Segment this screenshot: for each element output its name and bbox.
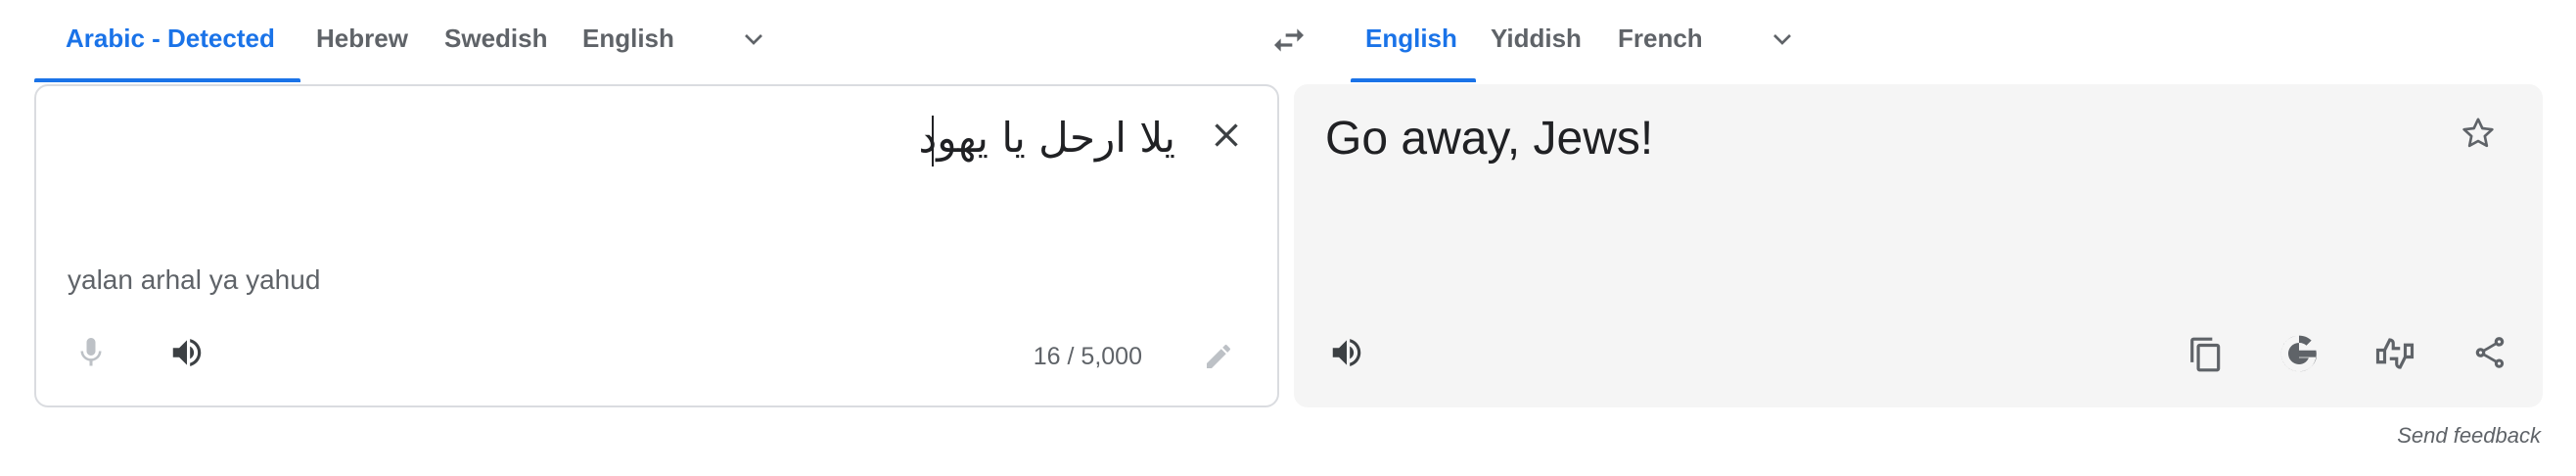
voice-input-button[interactable] xyxy=(66,327,116,378)
tab-source-arabic-detected[interactable]: Arabic - Detected xyxy=(66,14,275,63)
translation-panel: Go away, Jews! xyxy=(1294,84,2543,407)
copy-icon xyxy=(2190,337,2221,372)
swap-languages-button[interactable] xyxy=(1263,14,1315,67)
edit-button[interactable] xyxy=(1197,335,1240,378)
copy-translation-button[interactable] xyxy=(2181,329,2231,380)
text-caret xyxy=(932,116,934,167)
google-icon xyxy=(2280,335,2317,372)
google-search-button[interactable] xyxy=(2273,327,2325,380)
rate-translation-button[interactable] xyxy=(2369,327,2421,380)
tab-source-english[interactable]: English xyxy=(582,14,674,63)
source-text-input[interactable]: يلا ارحل يا يهود xyxy=(919,114,1175,162)
character-count: 16 / 5,000 xyxy=(1033,343,1142,370)
target-tab-indicator xyxy=(1351,78,1476,82)
mic-icon xyxy=(80,338,102,366)
listen-translation-button[interactable] xyxy=(1321,327,1372,378)
tab-target-english[interactable]: English xyxy=(1365,14,1457,63)
rate-icon xyxy=(2375,338,2415,369)
tab-source-hebrew[interactable]: Hebrew xyxy=(316,14,408,63)
share-icon xyxy=(2475,337,2505,368)
source-tab-indicator xyxy=(34,78,300,82)
edit-icon xyxy=(1207,344,1231,368)
source-text-panel[interactable]: يلا ارحل يا يهود yalan arhal ya yahud 16… xyxy=(34,84,1279,407)
save-translation-button[interactable] xyxy=(2453,108,2504,159)
speaker-icon xyxy=(172,339,202,366)
clear-source-button[interactable] xyxy=(1201,110,1252,161)
transliteration: yalan arhal ya yahud xyxy=(68,264,321,295)
speaker-icon xyxy=(1332,339,1361,366)
listen-source-button[interactable] xyxy=(161,327,212,378)
chevron-down-icon xyxy=(745,34,762,45)
send-feedback-link[interactable]: Send feedback xyxy=(2397,423,2541,449)
swap-icon xyxy=(1274,28,1304,52)
share-translation-button[interactable] xyxy=(2464,327,2515,378)
close-icon xyxy=(1215,123,1238,147)
tab-target-yiddish[interactable]: Yiddish xyxy=(1491,14,1582,63)
target-language-more-button[interactable] xyxy=(1759,16,1806,63)
star-icon xyxy=(2462,118,2494,148)
tab-source-swedish[interactable]: Swedish xyxy=(444,14,547,63)
tab-target-french[interactable]: French xyxy=(1618,14,1703,63)
source-language-more-button[interactable] xyxy=(730,16,777,63)
chevron-down-icon xyxy=(1773,34,1791,45)
translation-text: Go away, Jews! xyxy=(1325,113,1654,165)
